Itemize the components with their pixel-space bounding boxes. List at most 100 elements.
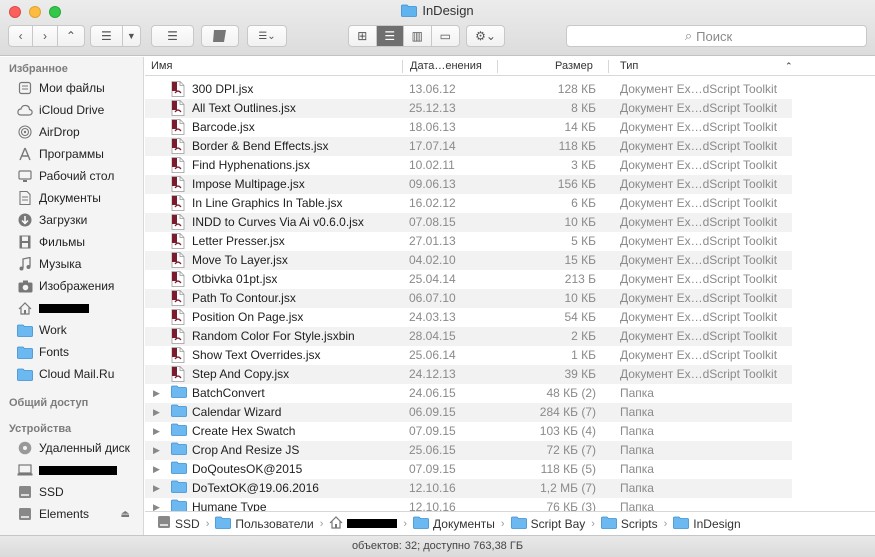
disclosure-triangle-icon[interactable]: ▶ — [153, 445, 160, 456]
forward-button[interactable]: › — [33, 26, 58, 46]
cover-flow-icon: ▭ — [439, 29, 451, 43]
cover-flow-button[interactable]: ▭ — [432, 26, 459, 46]
path-component[interactable]: Пользователи — [215, 516, 314, 532]
sidebar-item[interactable]: Work — [17, 320, 142, 340]
script-file-icon — [171, 119, 185, 138]
sidebar-item[interactable]: Фильмы — [17, 232, 142, 252]
file-row[interactable]: 300 DPI.jsx 13.06.12 128 КБ Документ Ex…dSc… — [145, 80, 792, 99]
sidebar-item[interactable]: Elements ⏏ — [17, 504, 142, 524]
path-component[interactable]: Script Bay — [510, 516, 586, 532]
disclosure-triangle-icon[interactable]: ▶ — [153, 426, 160, 437]
arrange-menu-button[interactable]: ▼ — [123, 26, 140, 46]
file-row[interactable]: Otbivka 01pt.jsx 25.04.14 213 Б Документ Ex… — [145, 270, 792, 289]
chevron-right-icon: › — [591, 517, 595, 530]
sidebar-item[interactable]: SSD — [17, 482, 142, 502]
file-date: 13.06.12 — [409, 82, 456, 96]
path-component[interactable]: Документы — [413, 516, 495, 532]
column-name-header[interactable]: Имя — [151, 60, 172, 72]
arrange-button[interactable]: ☰ — [91, 26, 123, 46]
sidebar-item[interactable] — [17, 460, 142, 480]
disclosure-triangle-icon[interactable]: ▶ — [153, 388, 160, 399]
sidebar-item[interactable]: Документы — [17, 188, 142, 208]
file-row[interactable]: Show Text Overrides.jsx 25.06.14 1 КБ Докум… — [145, 346, 792, 365]
file-date: 12.10.16 — [409, 481, 456, 495]
search-field[interactable]: ⌕ — [566, 25, 867, 47]
path-component[interactable] — [329, 515, 398, 532]
file-row[interactable]: Path To Contour.jsx 06.07.10 10 КБ Документ… — [145, 289, 792, 308]
sidebar-item[interactable]: Программы — [17, 144, 142, 164]
folder-icon — [17, 366, 33, 382]
sidebar-item[interactable]: Удаленный диск — [17, 438, 142, 458]
file-date: 25.12.13 — [409, 101, 456, 115]
file-size: 15 КБ — [564, 253, 596, 267]
enclosing-folder-button[interactable]: ⌃ — [58, 26, 84, 46]
file-row[interactable]: INDD to Curves Via Ai v0.6.0.jsx 07.08.15… — [145, 213, 792, 232]
file-row[interactable]: Impose Multipage.jsx 09.06.13 156 КБ Докуме… — [145, 175, 792, 194]
file-row[interactable]: Border & Bend Effects.jsx 17.07.14 118 КБ Д… — [145, 137, 792, 156]
list-options-button[interactable]: ☰ — [151, 25, 194, 47]
file-row[interactable]: ▶ Humane Type 12.10.16 76 КБ (3) Папка — [145, 498, 792, 511]
file-kind: Документ Ex…dScript Toolkit — [620, 101, 778, 115]
eject-icon[interactable]: ⏏ — [121, 509, 130, 520]
file-kind: Документ Ex…dScript Toolkit — [620, 120, 778, 134]
file-row[interactable]: ▶ Crop And Resize JS 25.06.15 72 КБ (7) Папк… — [145, 441, 792, 460]
file-row[interactable]: Random Color For Style.jsxbin 28.04.15 2 К… — [145, 327, 792, 346]
column-view-button[interactable]: ▥ — [404, 26, 432, 46]
sidebar-item[interactable]: Fonts — [17, 342, 142, 362]
list-view-button[interactable]: ☰ — [376, 26, 404, 46]
action-menu-button[interactable]: ⚙⌄ — [466, 25, 505, 47]
sidebar-item[interactable]: Рабочий стол — [17, 166, 142, 186]
folder-icon — [601, 516, 617, 532]
path-component-label: Script Bay — [530, 516, 586, 531]
file-name: Path To Contour.jsx — [192, 291, 296, 305]
file-row[interactable]: ▶ DoTextOK@19.06.2016 12.10.16 1,2 МБ (7) Па… — [145, 479, 792, 498]
file-row[interactable]: ▶ Create Hex Swatch 07.09.15 103 КБ (4) Папк… — [145, 422, 792, 441]
file-kind: Папка — [620, 443, 654, 457]
file-row[interactable]: In Line Graphics In Table.jsx 16.02.12 6 К… — [145, 194, 792, 213]
sidebar-item-label: Фильмы — [39, 235, 85, 249]
sidebar-item[interactable]: AirDrop — [17, 122, 142, 142]
back-button[interactable]: ‹ — [9, 26, 34, 46]
file-row[interactable]: Step And Copy.jsx 24.12.13 39 КБ Документ E… — [145, 365, 792, 384]
column-size-header[interactable]: Размер — [555, 60, 593, 72]
file-row[interactable]: Letter Presser.jsx 27.01.13 5 КБ Документ E… — [145, 232, 792, 251]
status-text: объектов: 32; доступно 763,38 ГБ — [351, 540, 524, 552]
disclosure-triangle-icon[interactable]: ▶ — [153, 464, 160, 475]
icon-view-button[interactable]: ⊞ — [349, 26, 377, 46]
folder-icon — [171, 499, 187, 511]
path-component[interactable]: SSD — [157, 515, 200, 532]
path-component[interactable]: Scripts — [601, 516, 658, 532]
script-file-icon — [171, 233, 185, 252]
file-row[interactable]: Position On Page.jsx 24.03.13 54 КБ Докумен… — [145, 308, 792, 327]
sidebar-item[interactable]: Cloud Mail.Ru — [17, 364, 142, 384]
disclosure-triangle-icon[interactable]: ▶ — [153, 407, 160, 418]
path-component[interactable]: InDesign — [673, 516, 741, 532]
search-input[interactable] — [696, 28, 749, 44]
sidebar-item[interactable]: Мои файлы — [17, 78, 142, 98]
file-row[interactable]: Find Hyphenations.jsx 10.02.11 3 КБ Докумен… — [145, 156, 792, 175]
file-row[interactable]: ▶ Calendar Wizard 06.09.15 284 КБ (7) Папка — [145, 403, 792, 422]
file-row[interactable]: ▶ DoQoutesOK@2015 07.09.15 118 КБ (5) Папка — [145, 460, 792, 479]
sidebar-item[interactable]: Музыка — [17, 254, 142, 274]
file-size: 8 КБ — [571, 101, 596, 115]
sidebar-item[interactable]: Загрузки — [17, 210, 142, 230]
disclosure-triangle-icon[interactable]: ▶ — [153, 502, 160, 511]
desktop-icon — [17, 168, 33, 184]
file-kind: Документ Ex…dScript Toolkit — [620, 82, 778, 96]
file-row[interactable]: Barcode.jsx 18.06.13 14 КБ Документ Ex…dScr… — [145, 118, 792, 137]
file-row[interactable]: ▶ BatchConvert 24.06.15 48 КБ (2) Папка — [145, 384, 792, 403]
disclosure-triangle-icon[interactable]: ▶ — [153, 483, 160, 494]
file-kind: Документ Ex…dScript Toolkit — [620, 310, 778, 324]
file-row[interactable]: All Text Outlines.jsx 25.12.13 8 КБ Докумен… — [145, 99, 792, 118]
list-icon: ☰ — [384, 29, 396, 43]
column-date-header[interactable]: Дата…енения — [410, 60, 482, 72]
file-size: 1,2 МБ (7) — [540, 481, 596, 495]
column-kind-header[interactable]: Тип — [620, 60, 638, 72]
preview-toggle-button[interactable] — [201, 25, 239, 47]
group-by-button[interactable]: ☰⌄ — [247, 25, 287, 47]
sidebar-item[interactable]: iCloud Drive — [17, 100, 142, 120]
sidebar-item[interactable] — [17, 298, 142, 318]
script-file-icon — [171, 347, 185, 366]
file-row[interactable]: Move To Layer.jsx 04.02.10 15 КБ Документ E… — [145, 251, 792, 270]
sidebar-item[interactable]: Изображения — [17, 276, 142, 296]
